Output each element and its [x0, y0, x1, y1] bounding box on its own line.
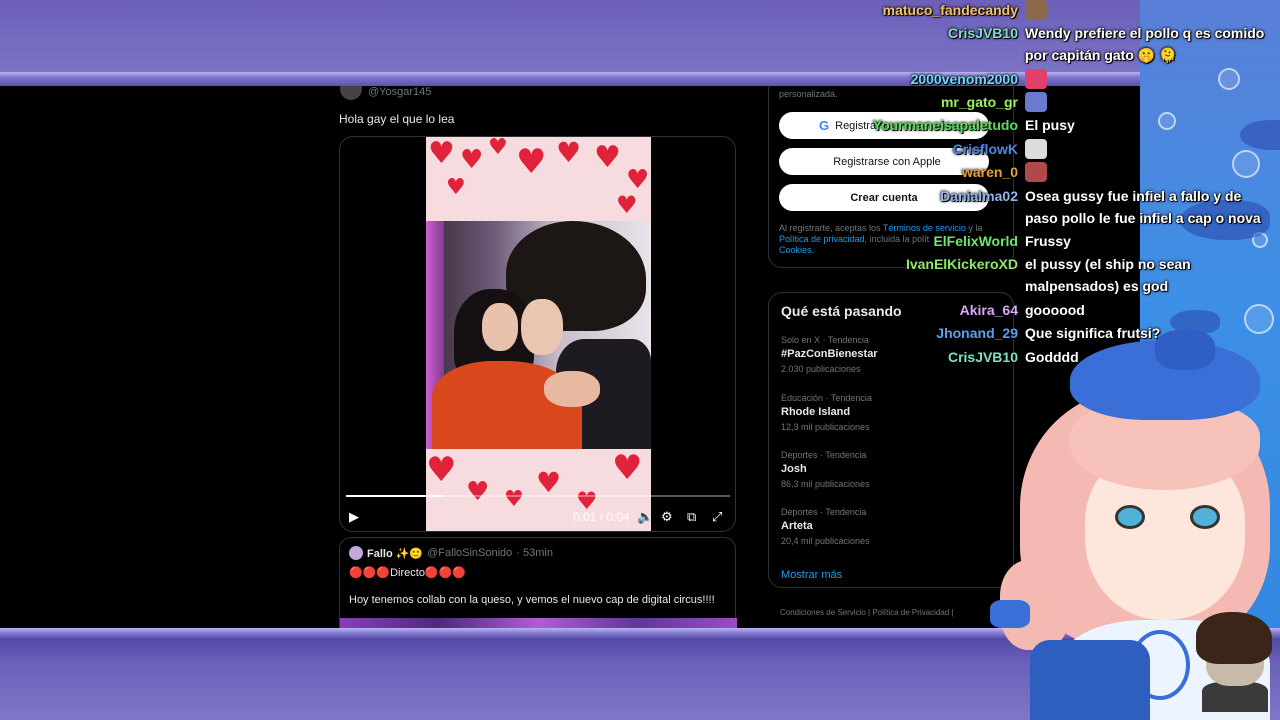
trend-name: Rhode Island	[781, 406, 851, 418]
heart-icon: ♥	[626, 165, 650, 195]
signup-card: personalizada. G Registra Registrarse co…	[768, 86, 1014, 268]
heart-icon: ♥	[446, 175, 466, 200]
gear-icon[interactable]: ⚙	[661, 509, 673, 525]
terms-link[interactable]: Términos de servicio	[883, 223, 966, 233]
avatar-eye-left	[1115, 505, 1145, 529]
avatar-beret-knot	[1155, 330, 1215, 370]
hand	[544, 371, 600, 407]
quoted-author-name[interactable]: Fallo ✨🙂	[367, 547, 423, 560]
trend-category: Educación · Tendencia	[781, 393, 872, 403]
google-signup-button[interactable]: G Registra	[779, 112, 989, 139]
quoted-media-strip[interactable]	[340, 618, 737, 628]
video-time: 0:01 / 0:04	[573, 510, 630, 524]
heart-icon: ♥	[556, 137, 582, 169]
privacy-link[interactable]: Política de privacidad	[779, 234, 865, 244]
heart-icon: ♥	[426, 450, 457, 490]
trend-posts: 86,3 mil publicaciones	[781, 479, 870, 489]
trend-category: Deportes · Tendencia	[781, 507, 867, 517]
trend-posts: 20,4 mil publicaciones	[781, 536, 870, 546]
avatar-bag	[1030, 640, 1150, 720]
google-signup-label: Registra	[835, 119, 877, 132]
tweet-header: @Yosgar145	[340, 86, 431, 102]
picture-in-picture-icon[interactable]: ⧉	[687, 509, 696, 525]
bubble-decoration	[1158, 112, 1176, 130]
heart-icon: ♥	[460, 145, 484, 175]
apple-signup-label: Registrarse con Apple	[833, 155, 941, 168]
heart-icon: ♥	[428, 137, 455, 171]
video-progress-bar[interactable]	[346, 495, 730, 497]
chibi-character	[1192, 612, 1276, 712]
legal-mid-2: , incluida la polít	[864, 234, 930, 244]
quoted-tweet[interactable]: Fallo ✨🙂 @FalloSinSonido · 53min 🔴🔴🔴Dire…	[339, 537, 737, 628]
tweet-text: Hola gay el que lo lea	[339, 112, 455, 126]
footer-links[interactable]: Condiciones de Servicio | Política de Pr…	[780, 608, 954, 617]
heart-icon: ♥	[516, 142, 547, 182]
trend-category: Deportes · Tendencia	[781, 450, 867, 460]
legal-prefix: Al registrarte, aceptas los	[779, 223, 883, 233]
trend-name: Josh	[781, 463, 807, 475]
show-more-link[interactable]: Mostrar más	[781, 569, 842, 581]
fullscreen-icon[interactable]: ⤢	[712, 509, 722, 525]
quoted-tweet-line-1: 🔴🔴🔴Directo🔴🔴🔴	[349, 567, 467, 579]
girl-face	[482, 303, 518, 351]
quoted-tweet-line-2: Hoy tenemos collab con la queso, y vemos…	[349, 594, 715, 606]
timeline: @Yosgar145 Hola gay el que lo lea ♥ ♥ ♥ …	[330, 86, 746, 628]
boy-face	[521, 299, 563, 355]
chibi-hair	[1196, 612, 1272, 664]
trend-posts: 2.030 publicaciones	[781, 364, 861, 374]
trends-panel: Qué está pasando Solo en X · Tendencia #…	[768, 292, 1014, 588]
video-player[interactable]: ♥ ♥ ♥ ♥ ♥ ♥ ♥ ♥ ♥ ♥ ♥ ♥ ♥ ♥ ♥ ▶ 0:01 / 0…	[339, 136, 736, 532]
bubble-decoration	[1218, 68, 1240, 90]
heart-icon: ♥	[594, 140, 621, 175]
heart-icon: ♥	[612, 448, 643, 488]
avatar-eye-right	[1190, 505, 1220, 529]
avatar-hair-bow	[990, 600, 1030, 628]
cookies-link[interactable]: Cookies.	[779, 245, 814, 255]
play-icon[interactable]: ▶	[349, 509, 359, 525]
whale-decoration	[1240, 120, 1280, 150]
create-account-label: Crear cuenta	[850, 191, 918, 204]
avatar[interactable]	[340, 86, 362, 100]
quoted-author-handle[interactable]: @FalloSinSonido	[427, 547, 512, 559]
trend-posts: 12,3 mil publicaciones	[781, 422, 870, 432]
trend-name: #PazConBienestar	[781, 348, 878, 360]
browser-capture: @Yosgar145 Hola gay el que lo lea ♥ ♥ ♥ …	[0, 86, 1140, 628]
whale-decoration	[1180, 200, 1270, 240]
video-progress-fill	[346, 495, 442, 497]
quoted-tweet-header: Fallo ✨🙂 @FalloSinSonido · 53min	[349, 546, 553, 560]
volume-icon[interactable]: 🔈	[637, 509, 653, 525]
right-sidebar: personalizada. G Registra Registrarse co…	[768, 86, 1014, 628]
chibi-body	[1202, 682, 1268, 712]
trends-title: Qué está pasando	[781, 303, 902, 319]
signup-subtitle: personalizada.	[779, 89, 838, 99]
trend-item[interactable]: Educación · Tendencia Rhode Island 12,3 …	[781, 393, 1001, 432]
video-controls: ▶ 0:01 / 0:04 🔈 ⚙ ⧉ ⤢	[340, 489, 735, 531]
tweet-handle[interactable]: @Yosgar145	[368, 86, 431, 98]
legal-mid: y la	[965, 223, 983, 233]
trend-category: Solo en X · Tendencia	[781, 335, 869, 345]
heart-icon: ♥	[616, 191, 638, 219]
video-frame[interactable]: ♥ ♥ ♥ ♥ ♥ ♥ ♥ ♥ ♥ ♥ ♥ ♥ ♥ ♥ ♥	[426, 137, 651, 531]
apple-signup-button[interactable]: Registrarse con Apple	[779, 148, 989, 175]
video-scene	[426, 221, 651, 451]
avatar[interactable]	[349, 546, 363, 560]
trend-item[interactable]: Deportes · Tendencia Josh 86,3 mil publi…	[781, 450, 1001, 489]
bubble-decoration	[1232, 150, 1260, 178]
stream-frame-stripe	[0, 72, 1140, 86]
trend-item[interactable]: Deportes · Tendencia Arteta 20,4 mil pub…	[781, 507, 1001, 546]
trend-name: Arteta	[781, 520, 813, 532]
create-account-button[interactable]: Crear cuenta	[779, 184, 989, 211]
google-icon: G	[819, 118, 830, 133]
signup-legal-text: Al registrarte, aceptas los Términos de …	[779, 223, 994, 256]
heart-icon: ♥	[488, 137, 508, 160]
quoted-tweet-age: · 53min	[516, 547, 553, 559]
hearts-border-top: ♥ ♥ ♥ ♥ ♥ ♥ ♥ ♥ ♥	[426, 137, 651, 221]
trend-item[interactable]: Solo en X · Tendencia #PazConBienestar 2…	[781, 335, 1001, 374]
